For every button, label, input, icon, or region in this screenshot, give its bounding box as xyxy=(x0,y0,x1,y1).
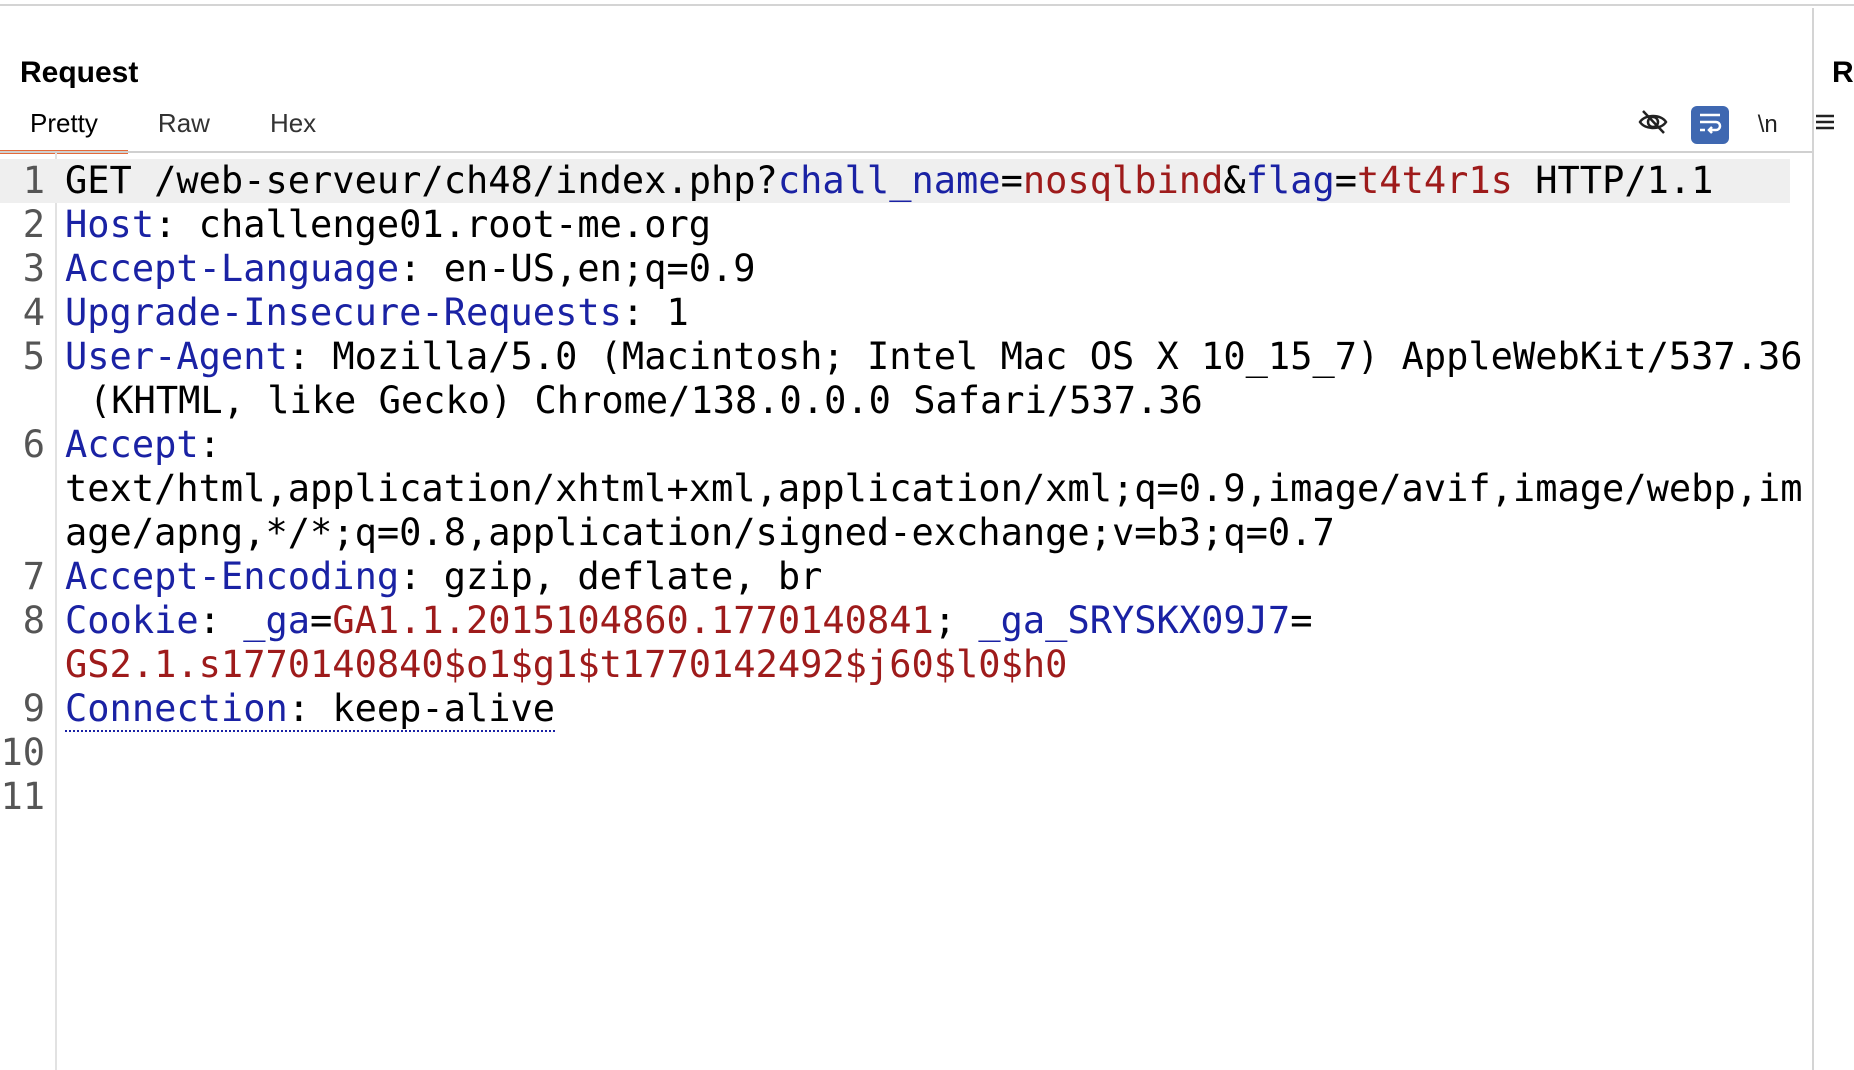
header-line: Upgrade-Insecure-Requests: 1 xyxy=(55,291,1812,335)
panel-splitter[interactable] xyxy=(1812,8,1814,1070)
header-line: Host: challenge01.root-me.org xyxy=(55,203,1812,247)
view-tabs: Pretty Raw Hex xyxy=(0,98,346,154)
header-value: Mozilla/5.0 (Macintosh; Intel Mac OS X 1… xyxy=(89,335,1803,422)
header-separator: : xyxy=(399,247,444,290)
show-newlines-button[interactable]: \n xyxy=(1749,106,1787,144)
editor-toolbar: \n xyxy=(1624,104,1854,146)
header-value: keep-alive xyxy=(332,687,556,730)
header-name: Cookie xyxy=(65,599,199,642)
cookie-name: _ga_SRYSKX09J7 xyxy=(978,599,1291,642)
word-wrap-icon xyxy=(1695,107,1725,144)
line-number: 2 xyxy=(22,203,45,246)
header-value: challenge01.root-me.org xyxy=(198,203,712,246)
code-line: 5 User-Agent: Mozilla/5.0 (Macintosh; In… xyxy=(0,335,1812,423)
header-separator: : xyxy=(198,599,244,642)
code-line: 7 Accept-Encoding: gzip, deflate, br xyxy=(0,555,1812,599)
header-name: Host xyxy=(65,203,155,246)
panel-title: Request xyxy=(20,56,139,89)
empty-line xyxy=(55,775,1812,819)
header-line: Connection: keep-alive xyxy=(55,687,1812,732)
tab-raw[interactable]: Raw xyxy=(128,98,240,150)
header-line: Cookie: _ga=GA1.1.2015104860.1770140841;… xyxy=(55,599,1812,687)
header-name: Accept-Language xyxy=(65,247,400,290)
code-line: 4 Upgrade-Insecure-Requests: 1 xyxy=(0,291,1812,335)
param-name: flag xyxy=(1245,159,1335,202)
line-number: 11 xyxy=(0,775,45,818)
param-value: nosqlbind xyxy=(1022,159,1224,202)
header-separator: : xyxy=(287,335,333,378)
header-name: Accept-Encoding xyxy=(65,555,400,598)
header-line: User-Agent: Mozilla/5.0 (Macintosh; Inte… xyxy=(55,335,1812,423)
hide-nonprintable-button[interactable] xyxy=(1634,106,1672,144)
tab-pretty[interactable]: Pretty xyxy=(0,98,128,154)
code-line: 11 xyxy=(0,775,1812,819)
header-name: Upgrade-Insecure-Requests xyxy=(65,291,622,334)
code-line: 2 Host: challenge01.root-me.org xyxy=(0,203,1812,247)
code-line: 10 xyxy=(0,731,1812,775)
header-line: Accept: text/html,application/xhtml+xml,a… xyxy=(55,423,1812,555)
hamburger-icon xyxy=(1812,109,1838,142)
cookie-eq: = xyxy=(1290,599,1313,642)
empty-line xyxy=(55,731,1812,775)
line-number: 5 xyxy=(22,335,45,378)
response-panel-title: R xyxy=(1832,56,1854,89)
window-top-border xyxy=(0,0,1854,6)
header-value: en-US,en;q=0.9 xyxy=(443,247,756,290)
header-separator: : xyxy=(399,555,444,598)
tab-hex[interactable]: Hex xyxy=(240,98,346,150)
connection-header: Connection: keep-alive xyxy=(65,687,556,732)
header-separator: : xyxy=(154,203,199,246)
header-value: gzip, deflate, br xyxy=(443,555,823,598)
tab-divider xyxy=(0,151,1812,153)
line-number: 9 xyxy=(22,687,45,730)
word-wrap-toggle[interactable] xyxy=(1691,106,1730,144)
header-name: User-Agent xyxy=(65,335,288,378)
param-value: t4t4r1s xyxy=(1357,159,1513,202)
param-eq: = xyxy=(1000,159,1023,202)
header-name: Accept xyxy=(65,423,199,466)
line-number: 10 xyxy=(0,731,45,774)
cookie-name: _ga xyxy=(243,599,311,642)
header-separator: : xyxy=(621,291,667,334)
eye-slash-icon xyxy=(1637,106,1669,145)
method-path: GET /web-serveur/ch48/index.php? xyxy=(65,159,778,202)
param-eq: = xyxy=(1334,159,1358,202)
line-number: 6 xyxy=(22,423,45,466)
code-line: 1 GET /web-serveur/ch48/index.php?chall_… xyxy=(0,159,1790,203)
line-number: 4 xyxy=(22,291,45,334)
line-number: 1 xyxy=(22,159,45,202)
code-line: 3 Accept-Language: en-US,en;q=0.9 xyxy=(0,247,1812,291)
code-line: 8 Cookie: _ga=GA1.1.2015104860.177014084… xyxy=(0,599,1812,687)
protocol: HTTP/1.1 xyxy=(1512,159,1714,202)
header-name: Connection xyxy=(65,687,288,730)
code-line: 9 Connection: keep-alive xyxy=(0,687,1812,732)
line-number: 8 xyxy=(22,599,45,642)
cookie-value: GS2.1.s1770140840$o1$g1$t1770142492$j60$… xyxy=(65,643,1068,686)
line-number: 7 xyxy=(22,555,45,598)
header-line: Accept-Language: en-US,en;q=0.9 xyxy=(55,247,1812,291)
cookie-delimiter: ; xyxy=(933,599,979,642)
header-line: Accept-Encoding: gzip, deflate, br xyxy=(55,555,1812,599)
header-separator: : xyxy=(198,423,221,466)
request-editor[interactable]: 1 GET /web-serveur/ch48/index.php?chall_… xyxy=(0,159,1812,819)
request-line: GET /web-serveur/ch48/index.php?chall_na… xyxy=(55,159,1790,203)
cookie-eq: = xyxy=(310,599,333,642)
header-separator: : xyxy=(287,687,333,730)
code-line: 6 Accept: text/html,application/xhtml+xml… xyxy=(0,423,1812,555)
header-value: 1 xyxy=(666,291,689,334)
cookie-value: GA1.1.2015104860.1770140841 xyxy=(332,599,934,642)
param-name: chall_name xyxy=(777,159,1001,202)
param-separator: & xyxy=(1223,159,1246,202)
line-number: 3 xyxy=(22,247,45,290)
header-value: text/html,application/xhtml+xml,applicat… xyxy=(65,467,1803,554)
